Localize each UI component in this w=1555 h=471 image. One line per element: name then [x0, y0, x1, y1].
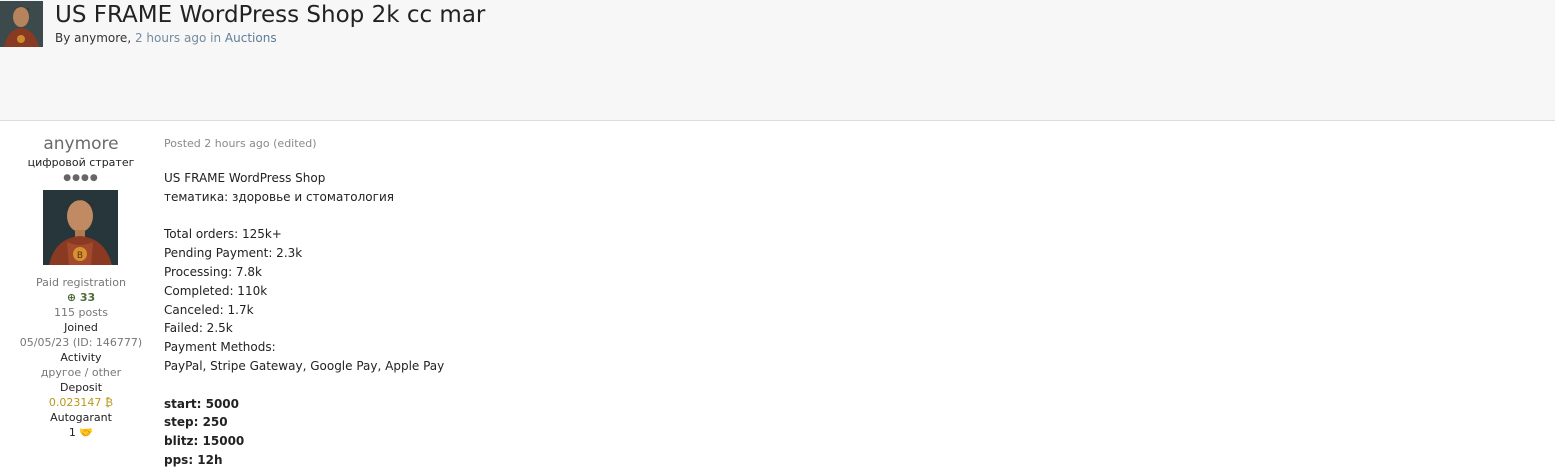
- post-line: Pending Payment: 2.3k: [164, 246, 303, 261]
- author-avatar-small[interactable]: [0, 1, 43, 47]
- forum-link[interactable]: Auctions: [225, 31, 277, 45]
- topic-title: US FRAME WordPress Shop 2k cc mar: [55, 2, 486, 28]
- topic-header: US FRAME WordPress Shop 2k cc mar By any…: [0, 0, 1555, 121]
- autogarant-label: Autogarant: [50, 411, 112, 424]
- avatar-portrait-icon: B: [43, 190, 118, 265]
- topic-time: 2 hours ago: [134, 31, 207, 45]
- post-count[interactable]: 115 posts: [0, 305, 162, 320]
- avatar-portrait-icon: [0, 1, 43, 47]
- in-word: in: [210, 31, 222, 45]
- reputation-value: 33: [79, 291, 96, 304]
- joined-value: 05/05/23 (ID: 146777): [19, 336, 143, 349]
- author-group: Paid registration: [36, 276, 126, 289]
- handshake-icon: 🤝: [79, 426, 94, 439]
- post-line: US FRAME WordPress Shop: [164, 171, 326, 185]
- post-line: Total orders: 125k+: [164, 227, 282, 242]
- auction-start: start: 5000: [164, 396, 240, 411]
- by-prefix: By: [55, 31, 71, 45]
- author-panel: anymore цифровой стратег ●●●● B Paid reg…: [0, 133, 162, 440]
- svg-text:B: B: [77, 251, 83, 261]
- author-rank: цифровой стратег: [27, 156, 135, 169]
- post-line: PayPal, Stripe Gateway, Google Pay, Appl…: [164, 358, 445, 373]
- plus-circle-icon: ⊕: [66, 291, 77, 304]
- reputation-badge: ⊕ 33: [0, 290, 162, 305]
- auction-blitz: blitz: 15000: [164, 434, 245, 449]
- activity-label: Activity: [60, 351, 102, 364]
- autogarant-value: 1: [68, 426, 76, 439]
- post: Posted 2 hours ago (edited) US FRAME Wor…: [164, 137, 444, 470]
- post-meta: Posted 2 hours ago (edited): [164, 137, 317, 150]
- auction-step: step: 250: [164, 415, 228, 430]
- post-line: Failed: 2.5k: [164, 321, 233, 336]
- autogarant-row: 1 🤝: [0, 425, 162, 440]
- activity-value: другое / other: [40, 366, 122, 379]
- post-line: Canceled: 1.7k: [164, 302, 254, 317]
- author-name[interactable]: anymore: [0, 134, 162, 154]
- post-line: Processing: 7.8k: [164, 264, 262, 279]
- auction-pps: pps: 12h: [164, 452, 223, 467]
- deposit-value: 0.023147 ₿: [48, 396, 114, 409]
- joined-label: Joined: [64, 321, 98, 334]
- deposit-label: Deposit: [59, 381, 103, 394]
- post-body: US FRAME WordPress Shop тематика: здоров…: [164, 169, 444, 470]
- topic-author-link[interactable]: anymore: [74, 31, 127, 45]
- topic-byline: By anymore, 2 hours ago in Auctions: [55, 31, 277, 45]
- author-avatar[interactable]: B: [43, 190, 118, 265]
- post-line: тематика: здоровье и стоматология: [164, 189, 394, 204]
- byline-separator: ,: [127, 31, 132, 45]
- post-line: Completed: 110k: [164, 283, 268, 298]
- post-line: Payment Methods:: [164, 340, 276, 355]
- rank-dots: ●●●●: [63, 173, 99, 183]
